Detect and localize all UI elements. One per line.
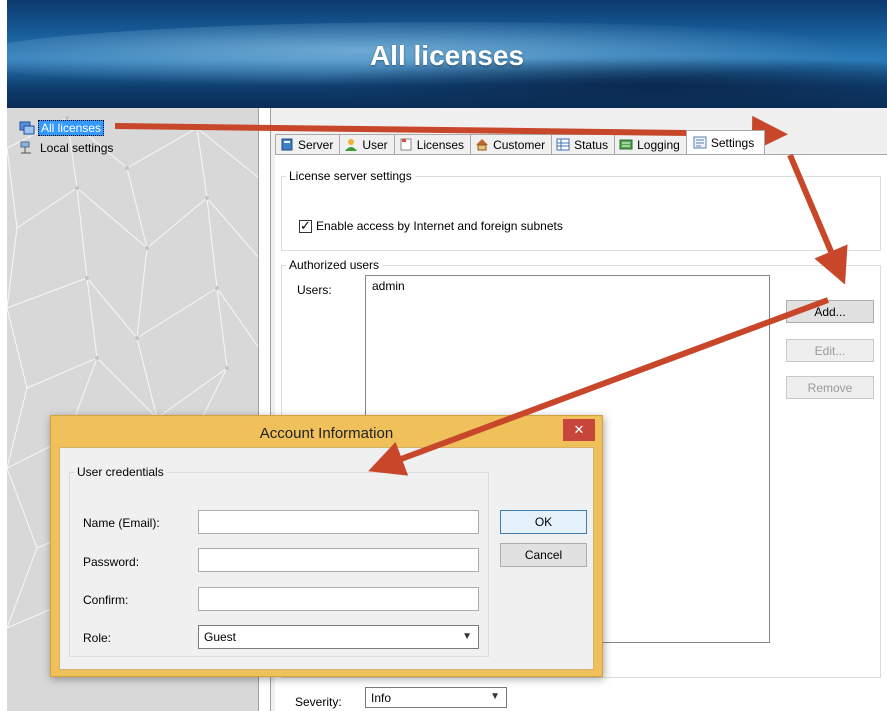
severity-label: Severity: bbox=[295, 695, 342, 709]
network-settings-icon bbox=[20, 141, 31, 154]
tab-label: Status bbox=[574, 137, 609, 152]
tab-label: Settings bbox=[710, 135, 755, 150]
close-button[interactable]: ✕ bbox=[563, 419, 595, 441]
close-icon: ✕ bbox=[573, 422, 585, 437]
chevron-down-icon: ▼ bbox=[462, 631, 472, 642]
tree-item-all-licenses[interactable]: All licenses bbox=[19, 120, 105, 136]
server-icon bbox=[281, 138, 293, 151]
tab-settings[interactable]: Settings bbox=[685, 130, 766, 154]
email-field[interactable] bbox=[198, 510, 479, 534]
tab-user[interactable]: User bbox=[339, 134, 395, 154]
severity-select[interactable]: Info ▼ bbox=[365, 687, 507, 708]
dialog-body: User credentials Name (Email): Password:… bbox=[59, 447, 594, 670]
add-user-button[interactable]: Add... bbox=[786, 300, 874, 323]
tab-label: Server bbox=[298, 137, 334, 152]
tab-logging[interactable]: Logging bbox=[614, 134, 687, 154]
cancel-button[interactable]: Cancel bbox=[500, 543, 587, 567]
password-field[interactable] bbox=[198, 548, 479, 572]
checkmark-icon: ✓ bbox=[300, 217, 311, 233]
licenses-tree-icon bbox=[19, 121, 35, 135]
settings-icon bbox=[693, 136, 707, 149]
license-icon bbox=[400, 138, 412, 151]
tab-server[interactable]: Server bbox=[275, 134, 341, 154]
home-icon bbox=[476, 139, 489, 151]
tab-label: Logging bbox=[637, 137, 680, 152]
role-select[interactable]: Guest ▼ bbox=[198, 625, 479, 649]
confirm-password-field[interactable] bbox=[198, 587, 479, 611]
users-label: Users: bbox=[297, 283, 332, 297]
checkbox-label: Enable access by Internet and foreign su… bbox=[316, 219, 563, 233]
tree-item-local-settings[interactable]: Local settings bbox=[19, 140, 115, 156]
name-label: Name (Email): bbox=[83, 516, 160, 530]
tab-licenses[interactable]: Licenses bbox=[393, 134, 472, 154]
group-label: Authorized users bbox=[289, 258, 380, 272]
tab-label: Licenses bbox=[416, 137, 465, 152]
logging-icon bbox=[619, 139, 633, 150]
role-label: Role: bbox=[83, 631, 112, 645]
tab-label: Customer bbox=[493, 137, 546, 152]
tab-customer[interactable]: Customer bbox=[470, 134, 553, 154]
confirm-label: Confirm: bbox=[83, 593, 129, 607]
role-value: Guest bbox=[204, 630, 237, 644]
tab-strip: Server User Licenses Customer Status Log… bbox=[275, 128, 766, 154]
group-label: License server settings bbox=[289, 169, 412, 183]
edit-user-button[interactable]: Edit... bbox=[786, 339, 874, 362]
tab-label: User bbox=[362, 137, 388, 152]
chevron-down-icon: ▼ bbox=[490, 691, 500, 702]
tree-item-label: Local settings bbox=[40, 141, 114, 155]
status-icon bbox=[556, 138, 570, 151]
password-label: Password: bbox=[83, 555, 140, 569]
tab-status[interactable]: Status bbox=[551, 134, 616, 154]
severity-value: Info bbox=[371, 690, 392, 705]
ok-button[interactable]: OK bbox=[500, 510, 587, 534]
license-server-settings-group: License server settings bbox=[281, 169, 881, 251]
user-icon bbox=[345, 139, 358, 151]
group-label: User credentials bbox=[77, 465, 164, 479]
page-title: All licenses bbox=[369, 40, 525, 71]
header-banner: All licenses bbox=[7, 0, 887, 108]
list-item[interactable]: admin bbox=[366, 276, 769, 296]
remove-user-button[interactable]: Remove bbox=[786, 376, 874, 399]
dialog-title: Account Information bbox=[259, 425, 394, 442]
enable-access-checkbox[interactable]: ✓ Enable access by Internet and foreign … bbox=[299, 217, 563, 233]
tree-item-label: All licenses bbox=[38, 120, 105, 136]
account-information-dialog: Account Information ✕ User credentials N… bbox=[50, 415, 603, 677]
checkbox-box[interactable]: ✓ bbox=[299, 217, 312, 233]
